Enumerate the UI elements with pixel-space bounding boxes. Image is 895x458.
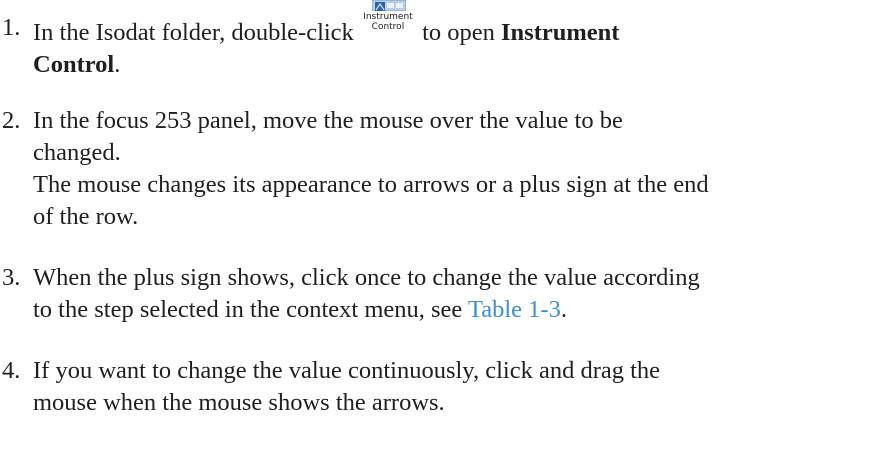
- step-text: When the plus sign shows, click once to …: [33, 262, 890, 326]
- step-number: 1.: [2, 14, 21, 41]
- instrument-control-bold: Instrument: [501, 19, 620, 46]
- step-line: If you want to change the value continuo…: [33, 357, 661, 384]
- step-line: When the plus sign shows, click once to …: [33, 264, 700, 291]
- step-line: mouse when the mouse shows the arrows.: [33, 389, 445, 416]
- step-4: 4. If you want to change the value conti…: [0, 355, 890, 419]
- instrument-control-bold: Control: [33, 51, 115, 78]
- instrument-control-icon-label-1: Instrument: [363, 12, 413, 22]
- step-text: In the focus 253 panel, move the mouse o…: [33, 105, 890, 233]
- step-number: 2.: [2, 107, 21, 134]
- step-line: of the row.: [33, 203, 139, 230]
- step-line: to the step selected in the context menu…: [33, 294, 890, 326]
- step-number: 3.: [2, 264, 21, 291]
- step-line: In the focus 253 panel, move the mouse o…: [33, 107, 623, 134]
- step-text: If you want to change the value continuo…: [33, 355, 890, 419]
- step-text-fragment: to open: [415, 19, 501, 46]
- step-text-fragment: In the Isodat folder, double-click: [33, 19, 360, 46]
- table-1-3-link[interactable]: Table 1-3: [468, 296, 561, 323]
- instrument-control-icon-label-2: Control: [371, 22, 405, 32]
- step-line: changed.: [33, 139, 121, 166]
- step-3: 3. When the plus sign shows, click once …: [0, 262, 890, 326]
- step-text: In the Isodat folder, double-click Instr…: [33, 0, 890, 81]
- step-number: 4.: [2, 357, 21, 384]
- step-text-fragment: to the step selected in the context menu…: [33, 296, 468, 323]
- step-line: Control.: [33, 49, 890, 81]
- step-2: 2. In the focus 253 panel, move the mous…: [0, 105, 890, 233]
- instrument-control-icon[interactable]: Instrument Control: [360, 0, 416, 38]
- step-line: In the Isodat folder, double-click Instr…: [33, 0, 890, 49]
- instrument-control-icon-graphic: [371, 0, 406, 11]
- step-text-fragment: .: [114, 51, 121, 78]
- step-line: The mouse changes its appearance to arro…: [33, 171, 709, 198]
- step-1: 1. In the Isodat folder, double-click In…: [0, 0, 890, 81]
- step-text-fragment: .: [560, 296, 567, 323]
